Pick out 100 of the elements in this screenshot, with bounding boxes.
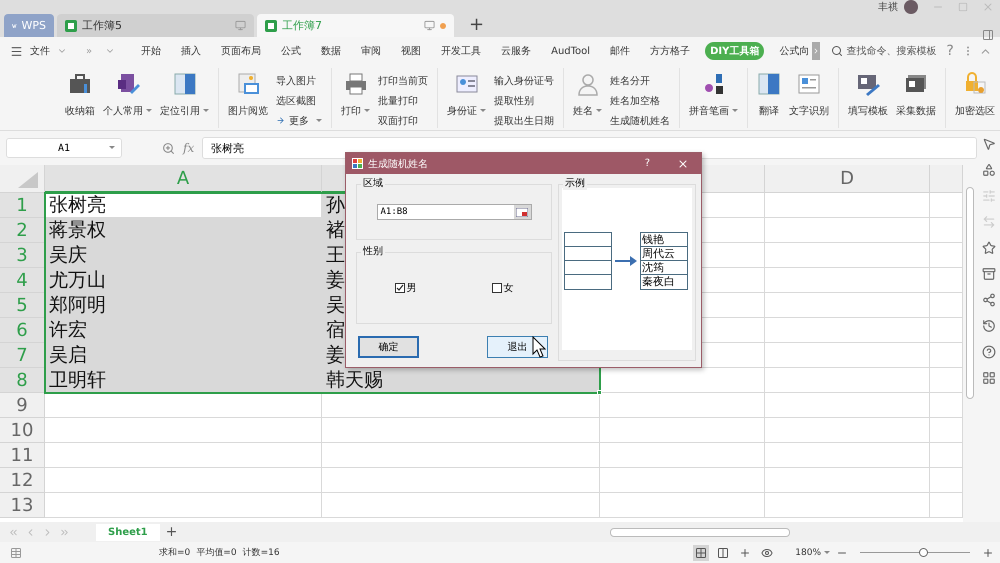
ribbon-item[interactable]: 批量打印 xyxy=(378,94,428,108)
first-sheet-icon[interactable] xyxy=(8,526,19,538)
ribbon-tab[interactable]: 开发工具 xyxy=(436,42,486,60)
ribbon-item[interactable]: 选区截图 xyxy=(276,94,322,108)
row-number[interactable]: 11 xyxy=(0,443,45,468)
archive-icon[interactable] xyxy=(982,267,996,281)
ribbon-tab[interactable]: 开始 xyxy=(136,42,166,60)
ribbon-button[interactable]: 加密选区 xyxy=(955,68,995,118)
row-number[interactable]: 13 xyxy=(0,493,45,518)
ribbon-item[interactable]: 提取性别 xyxy=(494,94,554,108)
ribbon-tab[interactable]: 方方格子 xyxy=(645,42,696,60)
monitor-icon[interactable] xyxy=(424,20,435,31)
checkbox-label[interactable]: 女 xyxy=(504,281,514,295)
checkbox[interactable] xyxy=(492,283,502,293)
ribbon-item[interactable]: 导入图片 xyxy=(276,74,322,88)
lock-icon xyxy=(963,72,987,96)
ribbon-item[interactable]: 双面打印 xyxy=(378,114,428,128)
normal-view-button[interactable] xyxy=(693,544,710,560)
search-field[interactable]: 查找命令、搜索模板 xyxy=(831,44,936,58)
ribbon-tab[interactable]: 邮件 xyxy=(605,42,636,60)
column-header[interactable]: D xyxy=(765,165,930,193)
name-box[interactable]: A1 xyxy=(6,138,122,158)
dialog-button[interactable]: 退出 xyxy=(487,336,548,358)
file-menu[interactable]: 文件 xyxy=(26,44,54,58)
ribbon-button[interactable]: 身份证 xyxy=(447,68,486,118)
ribbon-item[interactable]: 姓名分开 xyxy=(610,74,670,88)
columns-icon xyxy=(717,546,730,558)
row-number[interactable]: 9 xyxy=(0,393,45,418)
help-icon[interactable] xyxy=(982,345,996,359)
grid-icon[interactable] xyxy=(982,371,996,385)
scrollbar-thumb[interactable] xyxy=(610,528,790,537)
zoom-level[interactable]: 180% xyxy=(795,548,830,558)
share-icon[interactable] xyxy=(982,293,996,307)
ribbon-item[interactable]: 生成随机姓名 xyxy=(610,114,670,128)
checkbox-label[interactable]: 男 xyxy=(406,281,416,295)
ribbon-button[interactable]: 文字识别 xyxy=(789,68,829,118)
ribbon-item[interactable]: 输入身份证号 xyxy=(494,74,554,88)
ribbon-tab[interactable]: AudTool xyxy=(546,44,596,58)
close-icon[interactable] xyxy=(677,158,689,170)
ribbon-button[interactable]: 姓名 xyxy=(573,68,602,118)
eye-icon xyxy=(761,546,774,558)
panel-icon[interactable] xyxy=(982,29,994,41)
checkbox[interactable] xyxy=(394,283,404,293)
table-cell xyxy=(930,293,963,318)
caret-icon xyxy=(732,109,738,112)
document-pen-icon xyxy=(116,72,140,96)
ribbon-button[interactable]: 收纳箱 xyxy=(65,68,95,118)
monitor-icon[interactable] xyxy=(235,20,246,31)
ribbon-item[interactable]: 打印当前页 xyxy=(378,74,428,88)
ribbon-button[interactable]: 定位引用 xyxy=(160,68,209,118)
help-button[interactable]: ? xyxy=(644,158,650,169)
menu-icon[interactable] xyxy=(10,44,23,58)
table-cell xyxy=(930,418,963,443)
grid-icon xyxy=(695,546,708,558)
ribbon-tab[interactable]: 审阅 xyxy=(356,42,386,60)
range-picker-button[interactable] xyxy=(514,205,530,219)
slider-thumb[interactable] xyxy=(918,548,928,557)
ribbon-tab[interactable]: 公式向 xyxy=(774,42,814,60)
document-tab[interactable]: 工作簿5 xyxy=(57,14,254,37)
row-number[interactable]: 12 xyxy=(0,468,45,493)
ribbon-button[interactable]: 图片阅览 xyxy=(228,68,268,118)
ribbon-button[interactable]: 翻译 xyxy=(757,68,781,118)
table-cell xyxy=(930,468,963,493)
new-tab-button[interactable]: + xyxy=(457,14,496,37)
avatar[interactable] xyxy=(904,0,918,14)
dialog-button[interactable]: 确定 xyxy=(358,336,419,358)
history-icon[interactable] xyxy=(982,319,996,333)
ribbon-button[interactable]: 采集数据 xyxy=(896,68,936,118)
last-sheet-icon[interactable] xyxy=(59,526,70,538)
ribbon-button[interactable]: 个人常用 xyxy=(103,68,152,118)
ribbon-item[interactable]: 提取出生日期 xyxy=(494,114,554,128)
zoom-in-icon[interactable] xyxy=(982,546,994,558)
ribbon-button[interactable]: 填写模板 xyxy=(848,68,888,118)
ribbon-button[interactable]: 打印 xyxy=(341,68,370,118)
ribbon-item[interactable]: 更多 xyxy=(276,114,322,128)
row-number[interactable]: 10 xyxy=(0,418,45,443)
ribbon-tab[interactable]: 公式 xyxy=(276,42,306,60)
scrollbar-thumb[interactable] xyxy=(966,187,974,399)
ribbon-item[interactable]: 姓名加空格 xyxy=(610,94,670,108)
ribbon-tab[interactable]: 页面布局 xyxy=(216,42,266,60)
person-icon xyxy=(576,72,600,96)
fill-handle[interactable] xyxy=(597,390,602,395)
ribbon-tab[interactable]: 插入 xyxy=(176,42,206,60)
star-icon[interactable] xyxy=(982,241,996,255)
table-cell: 卫明轩 xyxy=(45,368,322,393)
shapes-icon[interactable] xyxy=(982,163,996,177)
table-icon[interactable] xyxy=(10,546,22,558)
ribbon-tab[interactable]: 数据 xyxy=(316,42,346,60)
ribbon-button[interactable]: 拼音笔画 xyxy=(689,68,738,118)
panel-icon xyxy=(172,72,196,96)
add-sheet-button[interactable]: + xyxy=(166,524,178,540)
sliders-icon[interactable] xyxy=(982,189,996,203)
range-field[interactable]: A1:B8 xyxy=(376,204,532,220)
tab-title: 工作簿5 xyxy=(82,18,123,33)
ribbon-tab[interactable]: 云服务 xyxy=(496,42,536,60)
table-cell xyxy=(930,218,963,243)
scroll-right-button[interactable] xyxy=(812,42,820,60)
zoom-icon[interactable] xyxy=(162,142,175,154)
pointer-icon[interactable] xyxy=(982,137,996,151)
ribbon-tab[interactable]: 视图 xyxy=(396,42,426,60)
